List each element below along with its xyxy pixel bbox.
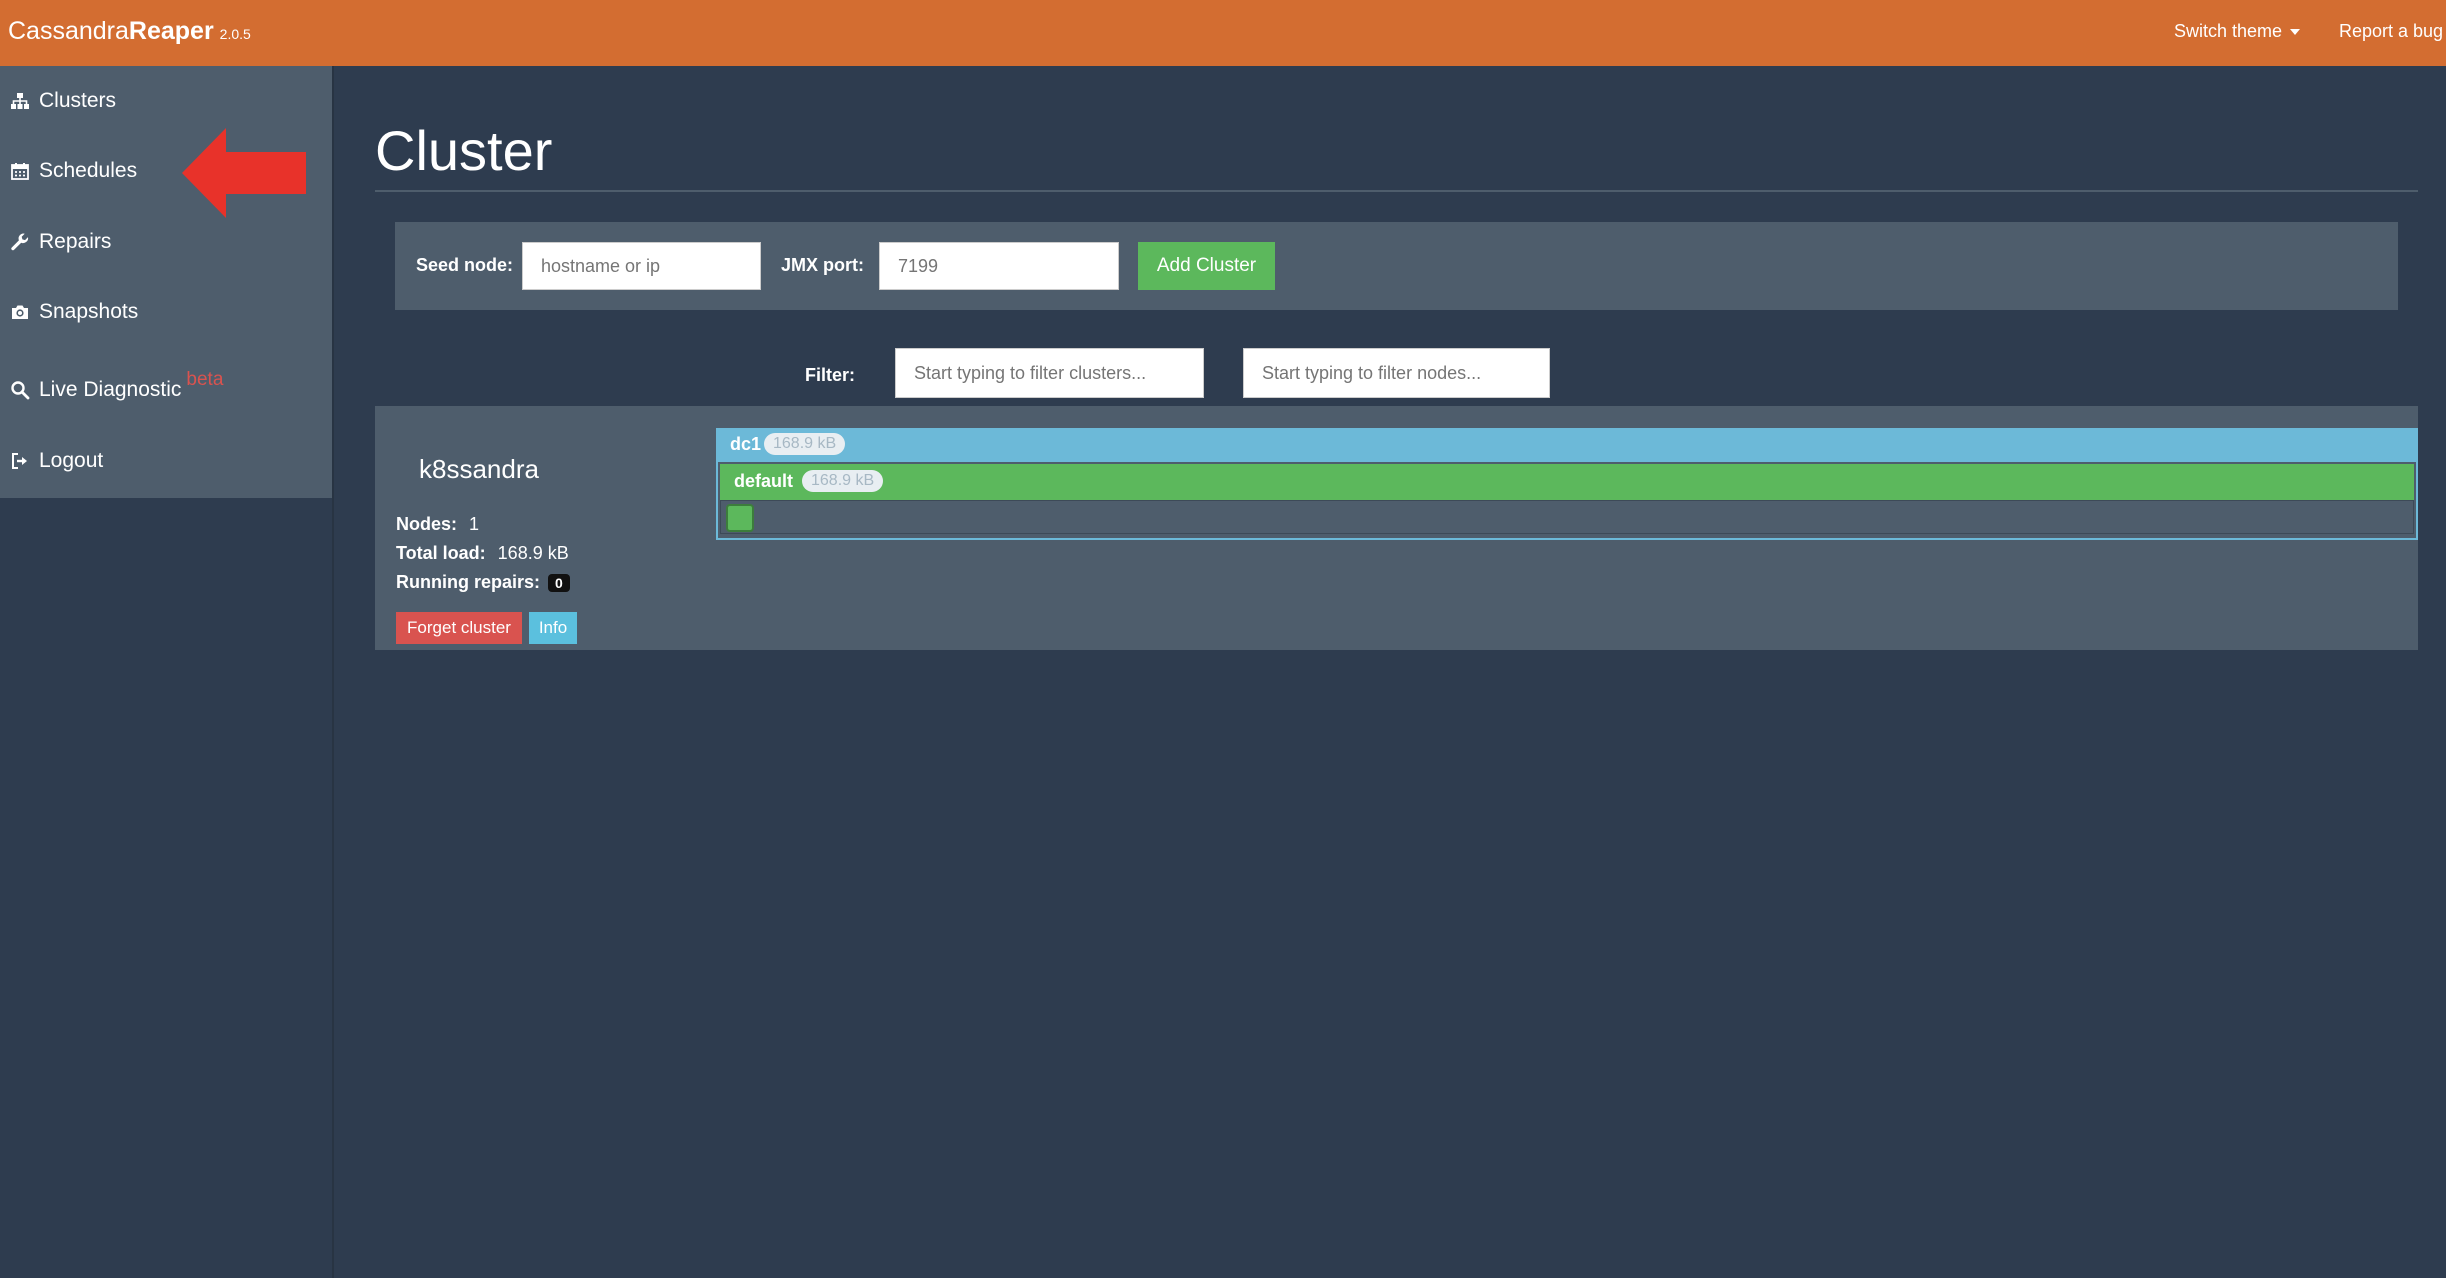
- forget-cluster-button[interactable]: Forget cluster: [396, 612, 522, 644]
- brand-logo[interactable]: CassandraReaper 2.0.5: [8, 17, 251, 46]
- sidebar-item-logout[interactable]: Logout: [10, 441, 103, 481]
- total-load-stat: Total load: 168.9 kB: [396, 543, 569, 564]
- rack-name: default: [734, 471, 794, 491]
- jmx-port-input[interactable]: [879, 242, 1119, 290]
- report-bug-link[interactable]: Report a bug: [2339, 21, 2443, 42]
- rack-load-pill: 168.9 kB: [802, 470, 884, 492]
- camera-icon: [12, 305, 28, 319]
- sitemap-icon: [11, 93, 29, 109]
- running-repairs-label: Running repairs:: [396, 572, 541, 592]
- beta-badge: beta: [186, 369, 224, 390]
- sidebar-item-repairs[interactable]: Repairs: [10, 222, 111, 262]
- total-load-label: Total load:: [396, 543, 486, 563]
- search-icon: [11, 381, 30, 400]
- node-area: [720, 500, 2414, 534]
- add-cluster-button[interactable]: Add Cluster: [1138, 242, 1275, 290]
- annotation-arrow-icon: [182, 128, 306, 218]
- sidebar-item-label: Repairs: [39, 230, 112, 253]
- total-load-value: 168.9 kB: [497, 543, 569, 563]
- node-tile[interactable]: [726, 504, 754, 532]
- sidebar-item-label: Live Diagnostic: [39, 378, 182, 401]
- brand-name-bold: Reaper: [128, 17, 214, 45]
- sidebar-item-label: Snapshots: [39, 300, 139, 323]
- filter-nodes-input[interactable]: [1243, 348, 1550, 398]
- add-cluster-panel: Seed node: JMX port: Add Cluster: [395, 222, 2398, 310]
- nodes-label: Nodes:: [396, 514, 458, 534]
- running-repairs-badge: 0: [548, 574, 570, 592]
- switch-theme-label: Switch theme: [2174, 21, 2283, 41]
- brand-name-light: Cassandra: [8, 17, 129, 45]
- rack-bar: default 168.9 kB: [720, 464, 2414, 500]
- cluster-info-button[interactable]: Info: [529, 612, 577, 644]
- jmx-port-label: JMX port:: [781, 255, 864, 275]
- title-divider: [375, 190, 2418, 192]
- datacenter-load-pill: 168.9 kB: [764, 433, 846, 455]
- cluster-name[interactable]: k8ssandra: [419, 454, 539, 485]
- seed-node-label: Seed node:: [416, 255, 514, 275]
- sidebar-item-snapshots[interactable]: Snapshots: [10, 292, 138, 332]
- sidebar-item-label: Clusters: [39, 89, 117, 112]
- wrench-icon: [11, 233, 29, 251]
- logout-icon: [12, 453, 27, 469]
- seed-node-input[interactable]: [522, 242, 761, 290]
- caret-down-icon: [2290, 29, 2301, 36]
- sidebar-item-schedules[interactable]: Schedules: [10, 151, 137, 191]
- sidebar-item-label: Schedules: [39, 159, 138, 182]
- filter-label: Filter:: [805, 365, 856, 385]
- nodes-stat: Nodes: 1: [396, 514, 479, 535]
- rack-container: default 168.9 kB: [716, 462, 2418, 540]
- datacenter-bar: dc1 168.9 kB: [716, 428, 2418, 462]
- switch-theme-dropdown[interactable]: Switch theme: [2174, 21, 2301, 42]
- sidebar-item-clusters[interactable]: Clusters: [10, 81, 116, 121]
- sidebar-item-label: Logout: [39, 449, 104, 472]
- sidebar-divider: [332, 66, 334, 1278]
- calendar-icon: [11, 163, 29, 180]
- sidebar-item-live-diagnostic[interactable]: Live Diagnostic beta: [10, 369, 224, 410]
- top-navbar: CassandraReaper 2.0.5 Switch theme Report…: [0, 0, 2446, 66]
- brand-version: 2.0.5: [219, 26, 251, 42]
- running-repairs-stat: Running repairs: 0: [396, 572, 570, 593]
- datacenter-name: dc1: [730, 434, 762, 454]
- nodes-value: 1: [469, 514, 480, 534]
- filter-clusters-input[interactable]: [895, 348, 1204, 398]
- page-title: Cluster: [375, 119, 553, 182]
